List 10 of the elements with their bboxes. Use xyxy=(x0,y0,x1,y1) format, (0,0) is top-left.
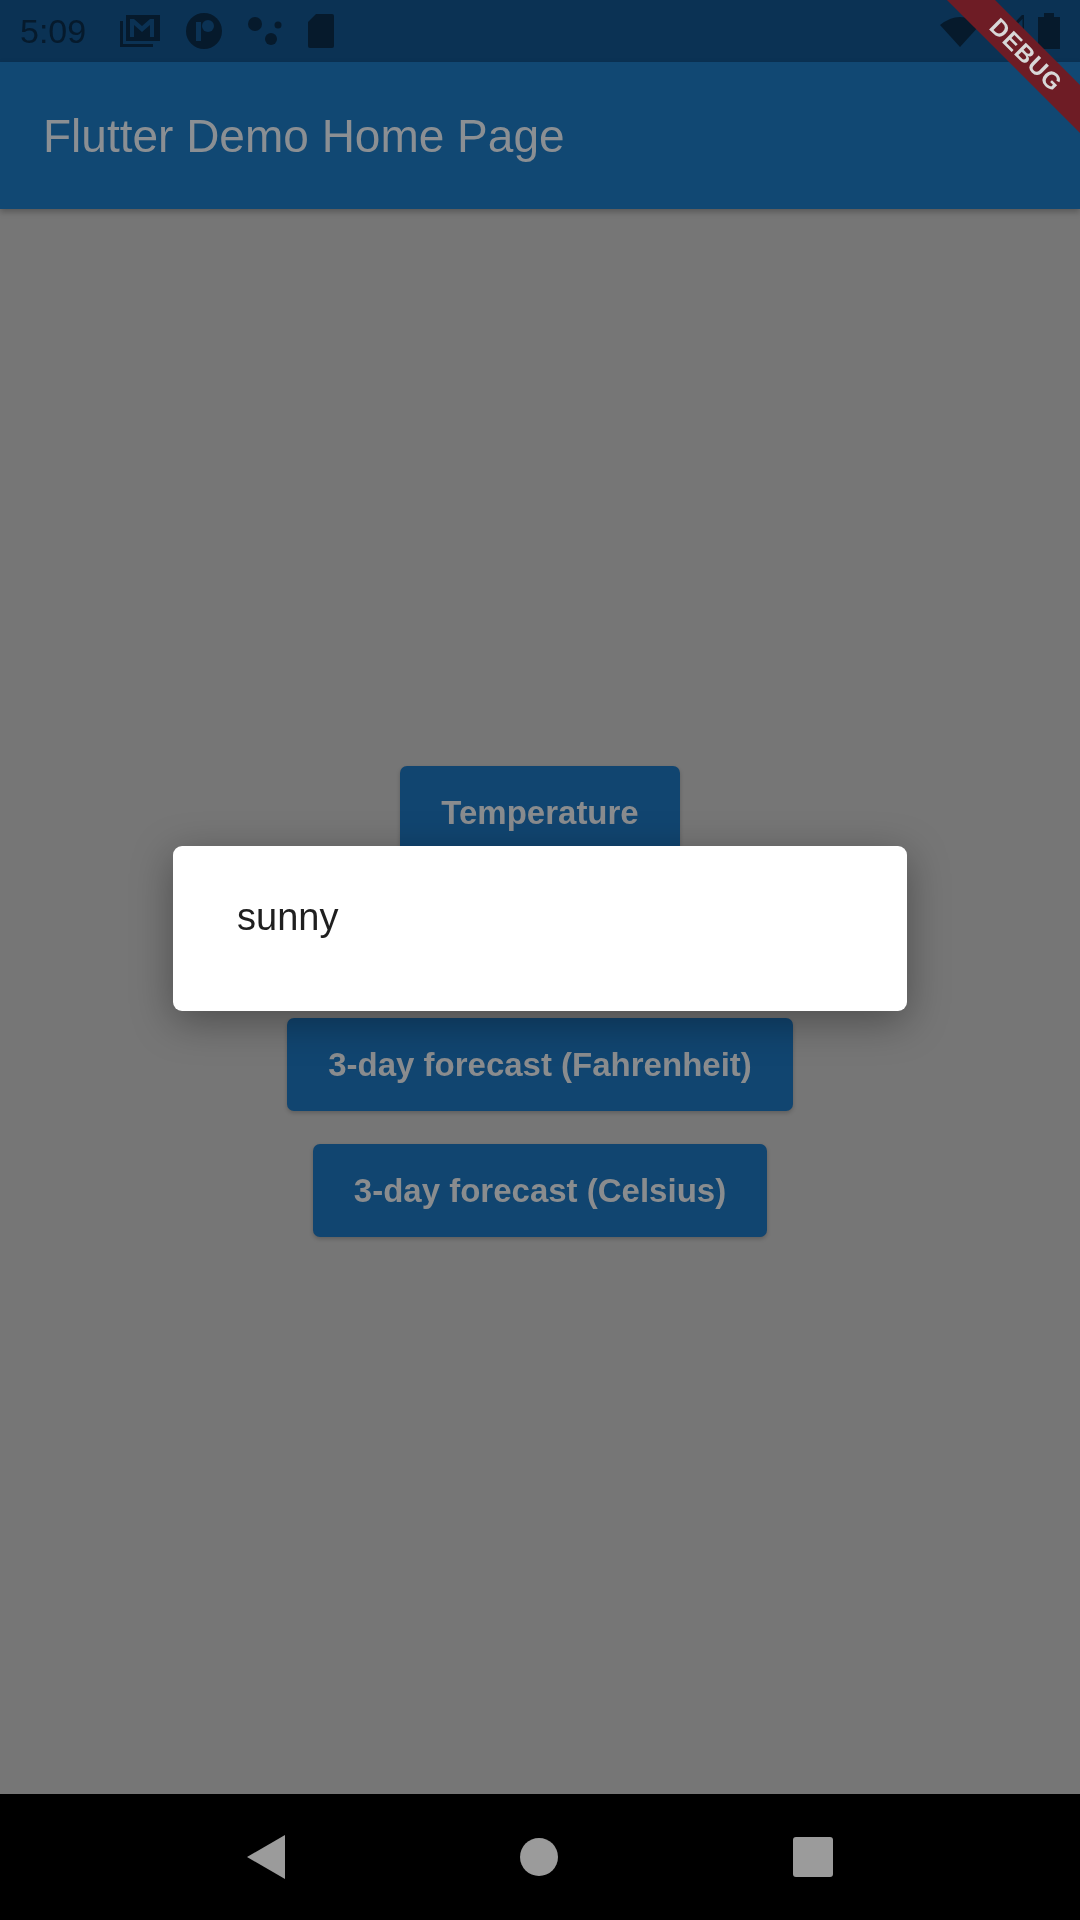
mail-icon xyxy=(120,15,161,47)
forecast-button[interactable]: 3-day forecast (Fahrenheit) xyxy=(287,1018,793,1111)
circle-logo-icon xyxy=(186,13,223,49)
forecast-button[interactable]: 3-day forecast (Celsius) xyxy=(312,1144,768,1237)
back-icon[interactable] xyxy=(247,1835,285,1879)
dots-icon xyxy=(248,16,283,46)
sd-card-icon xyxy=(308,14,335,48)
dialog-message: sunny xyxy=(237,896,339,938)
home-icon[interactable] xyxy=(519,1837,559,1877)
app-bar-title: Flutter Demo Home Page xyxy=(43,108,565,163)
